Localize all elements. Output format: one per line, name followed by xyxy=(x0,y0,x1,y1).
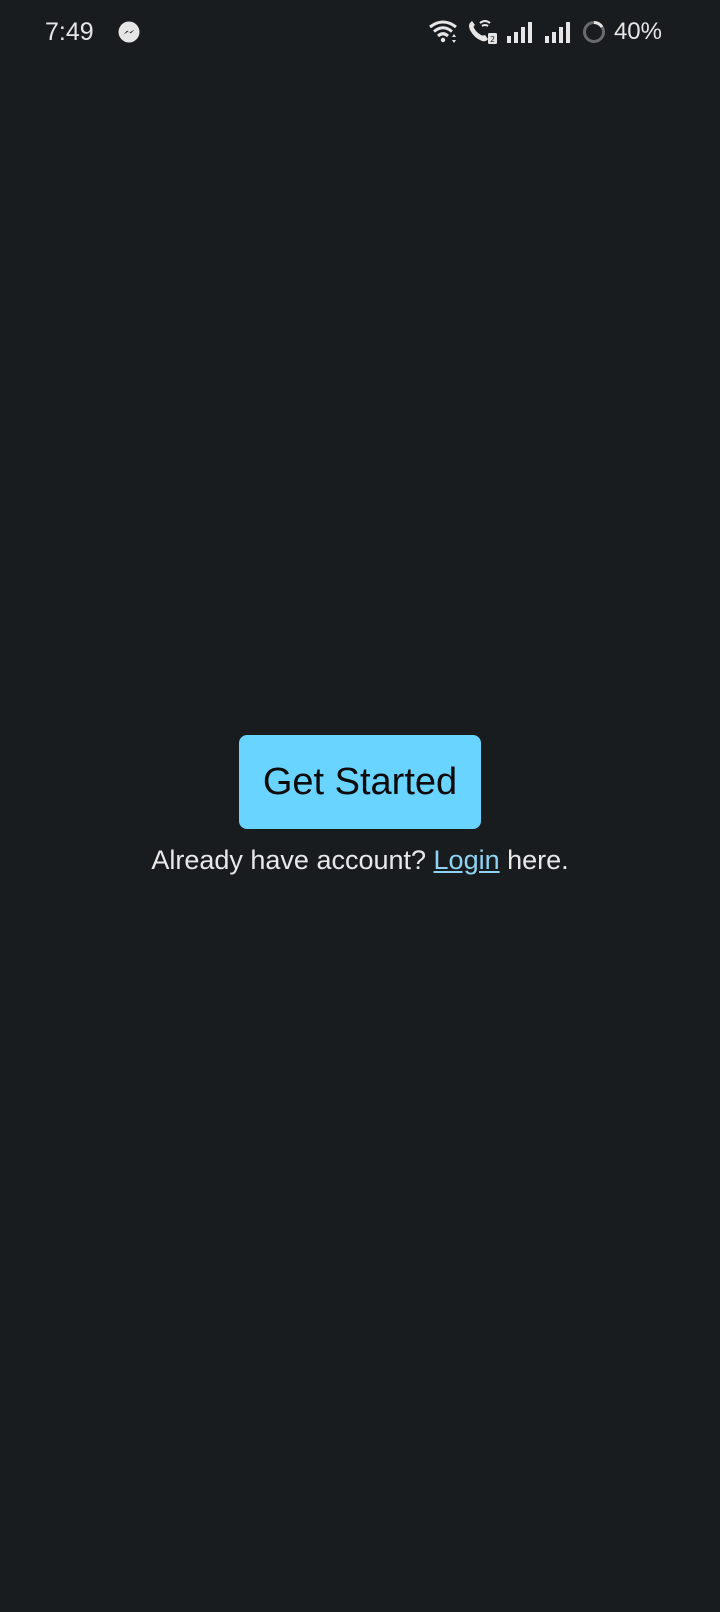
messenger-icon xyxy=(117,20,141,44)
wifi-icon xyxy=(428,19,458,45)
status-icons: 2 40% xyxy=(428,17,662,47)
svg-text:2: 2 xyxy=(490,35,495,44)
signal-icon xyxy=(544,20,574,44)
status-time: 7:49 xyxy=(45,18,94,46)
login-link[interactable]: Login xyxy=(434,845,500,875)
onboarding-screen: 7:49 2 40% Get Started Already have acco… xyxy=(0,0,720,1612)
signal-icon xyxy=(506,20,536,44)
login-prompt-suffix: here. xyxy=(499,845,569,875)
get-started-button[interactable]: Get Started xyxy=(239,735,481,829)
wifi-calling-icon: 2 xyxy=(466,19,498,45)
login-prompt: Already have account? Login here. xyxy=(0,840,720,880)
battery-saver-icon xyxy=(582,20,606,44)
status-bar: 7:49 2 40% xyxy=(0,0,720,66)
battery-percentage: 40% xyxy=(613,18,662,45)
login-prompt-prefix: Already have account? xyxy=(151,845,434,875)
